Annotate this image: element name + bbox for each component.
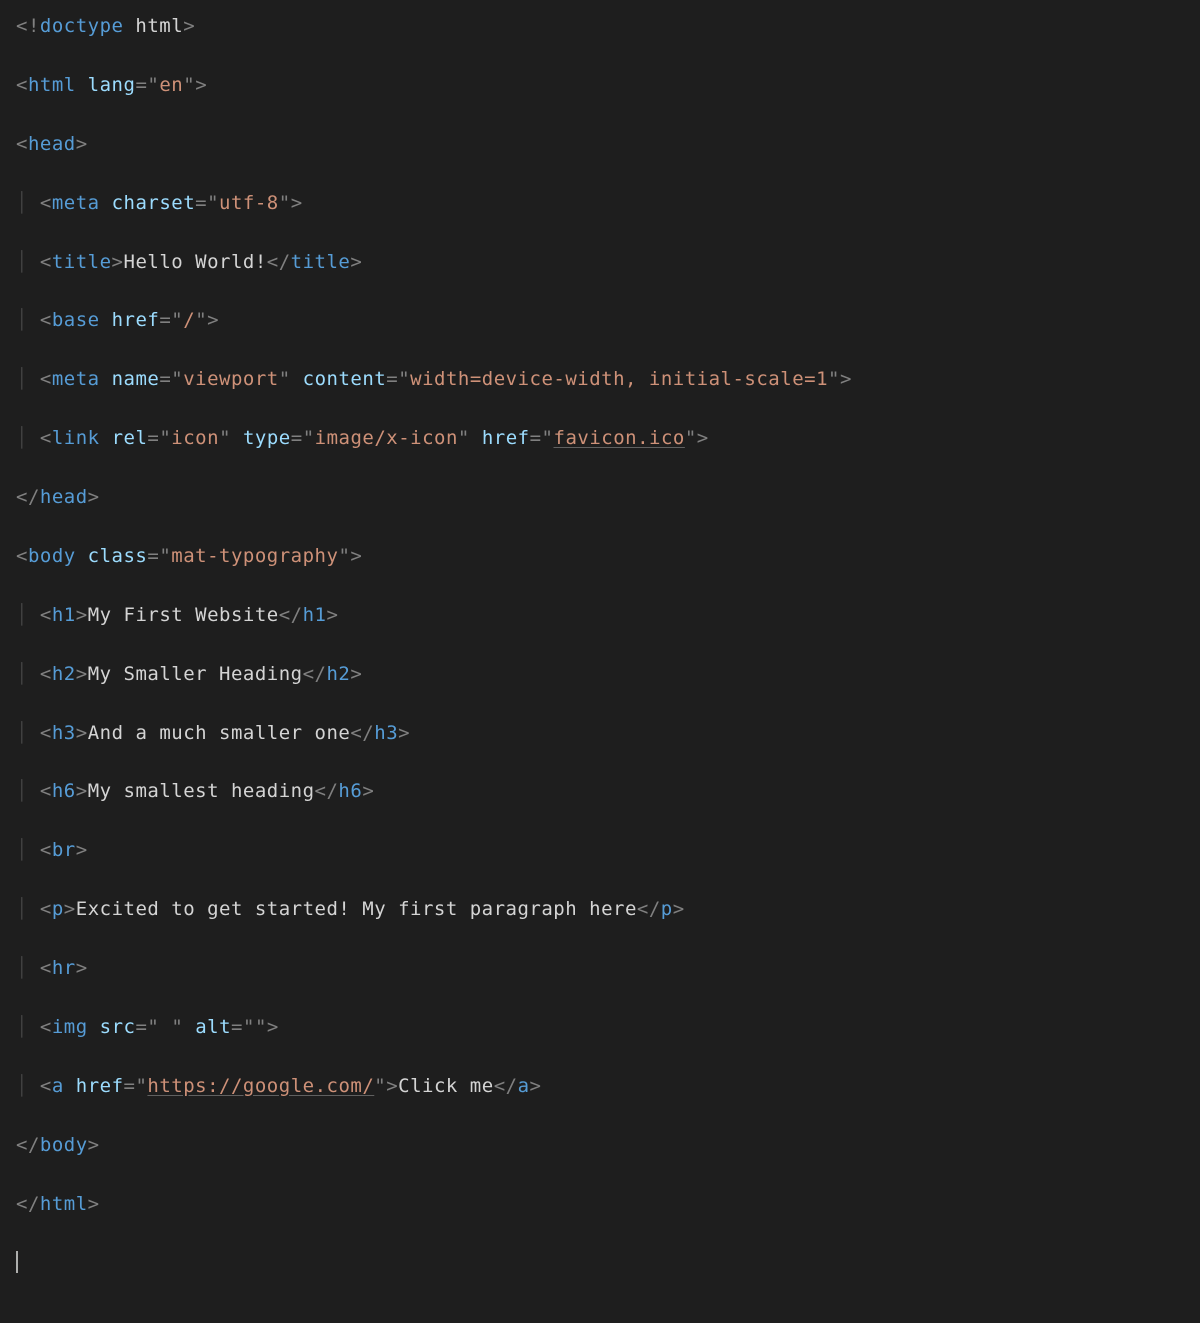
code-line[interactable]: </html> [16, 1190, 1184, 1219]
code-line[interactable]: <head> [16, 130, 1184, 159]
code-line[interactable]: │ <h2>My Smaller Heading</h2> [16, 660, 1184, 689]
code-line[interactable]: │ <hr> [16, 954, 1184, 983]
code-line[interactable]: │ <p>Excited to get started! My first pa… [16, 895, 1184, 924]
text-cursor [16, 1251, 18, 1274]
code-line[interactable]: │ <h3>And a much smaller one</h3> [16, 719, 1184, 748]
code-line[interactable]: │ <img src=" " alt=""> [16, 1013, 1184, 1042]
code-line[interactable]: │ <br> [16, 836, 1184, 865]
code-line[interactable]: │ <base href="/"> [16, 306, 1184, 335]
code-line[interactable]: │ <link rel="icon" type="image/x-icon" h… [16, 424, 1184, 453]
code-line[interactable] [16, 1248, 1184, 1277]
code-line[interactable]: <html lang="en"> [16, 71, 1184, 100]
code-line[interactable]: </head> [16, 483, 1184, 512]
code-line[interactable]: │ <h6>My smallest heading</h6> [16, 777, 1184, 806]
code-line[interactable]: │ <a href="https://google.com/">Click me… [16, 1072, 1184, 1101]
code-line[interactable]: <body class="mat-typography"> [16, 542, 1184, 571]
code-line[interactable]: <!doctype html> [16, 12, 1184, 41]
code-line[interactable]: │ <meta charset="utf-8"> [16, 189, 1184, 218]
code-line[interactable]: │ <title>Hello World!</title> [16, 248, 1184, 277]
code-line[interactable]: │ <h1>My First Website</h1> [16, 601, 1184, 630]
code-line[interactable]: │ <meta name="viewport" content="width=d… [16, 365, 1184, 394]
code-line[interactable]: </body> [16, 1131, 1184, 1160]
code-editor[interactable]: <!doctype html> <html lang="en"> <head> … [0, 0, 1200, 1323]
